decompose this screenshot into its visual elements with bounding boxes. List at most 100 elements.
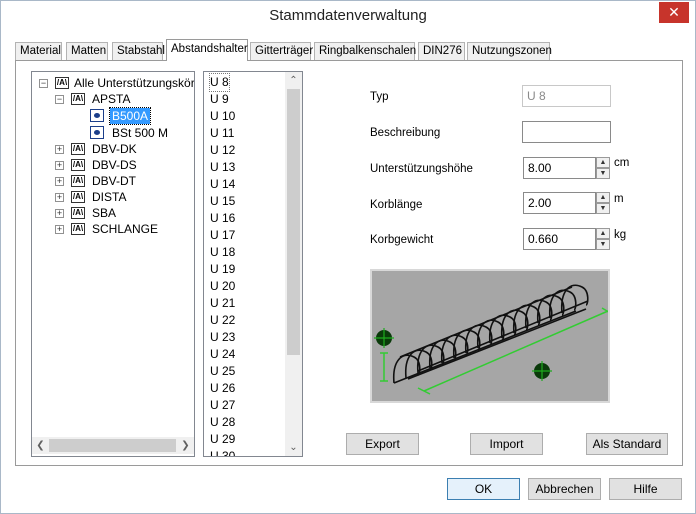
tree-label-root: Alle Unterstützungskörbe	[74, 76, 195, 90]
spin-up-icon[interactable]: ▲	[596, 228, 610, 239]
list-item[interactable]: U 15	[210, 193, 235, 210]
list-item[interactable]: U 20	[210, 278, 235, 295]
list-item[interactable]: U 9	[210, 91, 229, 108]
laenge-input[interactable]: 2.00	[523, 192, 596, 214]
list-item[interactable]: U 10	[210, 108, 235, 125]
beschreibung-label: Beschreibung	[370, 127, 441, 139]
expand-icon[interactable]: +	[55, 209, 64, 218]
import-button[interactable]: Import	[470, 433, 543, 455]
list-item[interactable]: U 14	[210, 176, 235, 193]
tree-item-root[interactable]: − /A\ Alle Unterstützungskörbe	[36, 75, 195, 91]
scroll-up-icon[interactable]: ⌃	[285, 72, 302, 89]
expand-icon[interactable]: +	[55, 193, 64, 202]
list-item[interactable]: U 28	[210, 414, 235, 431]
list-item[interactable]: U 11	[210, 125, 234, 142]
list-item[interactable]: U 8	[209, 73, 230, 92]
marker-icon-right	[532, 361, 552, 381]
list-item[interactable]: U 29	[210, 431, 235, 448]
basket-wires	[392, 284, 589, 384]
tree-label-b500a: B500A	[108, 107, 152, 125]
list-item[interactable]: U 22	[210, 312, 235, 329]
tree-label-dista: DISTA	[92, 190, 127, 204]
tab-abstandshalter[interactable]: Abstandshalter	[166, 39, 248, 61]
spin-down-icon[interactable]: ▼	[596, 239, 610, 250]
tree-horizontal-scrollbar[interactable]: ❮ ❯	[32, 437, 194, 454]
tree-label-bst500m: BSt 500 M	[112, 126, 169, 140]
list-item[interactable]: U 27	[210, 397, 235, 414]
gewicht-spinner[interactable]: ▲ ▼	[596, 228, 612, 250]
tab-material[interactable]: Material	[15, 42, 62, 60]
hoehe-label: Unterstützungshöhe	[370, 163, 473, 175]
tab-gittertraeger[interactable]: Gitterträger	[250, 42, 313, 60]
scroll-left-icon[interactable]: ❮	[32, 437, 49, 454]
laenge-unit: m	[614, 193, 624, 205]
scroll-down-icon[interactable]: ⌄	[285, 439, 302, 456]
laenge-spinner[interactable]: ▲ ▼	[596, 192, 612, 214]
list-item[interactable]: U 21	[210, 295, 235, 312]
tree-label-dbvdt: DBV-DT	[92, 174, 137, 188]
spin-up-icon[interactable]: ▲	[596, 192, 610, 203]
tree-label-schlange: SCHLANGE	[92, 222, 159, 236]
tree-label-sba: SBA	[92, 206, 117, 220]
window-title: Stammdatenverwaltung	[269, 7, 427, 24]
titlebar: Stammdatenverwaltung ✕	[1, 1, 695, 33]
steel-type-icon: /A\	[71, 223, 85, 235]
expand-icon[interactable]: +	[55, 161, 64, 170]
beschreibung-field[interactable]	[522, 121, 611, 143]
list-item[interactable]: U 30	[210, 448, 235, 456]
steel-type-icon: /A\	[55, 77, 69, 89]
hoehe-spinner[interactable]: ▲ ▼	[596, 157, 612, 179]
expand-icon[interactable]: +	[55, 177, 64, 186]
material-grade-icon	[90, 126, 104, 139]
category-tree[interactable]: − /A\ Alle Unterstützungskörbe − /A\ APS…	[31, 71, 195, 457]
als-standard-button[interactable]: Als Standard	[586, 433, 668, 455]
tab-stabstahl[interactable]: Stabstahl	[112, 42, 165, 60]
spin-down-icon[interactable]: ▼	[596, 203, 610, 214]
tab-ringbalkenschalen[interactable]: Ringbalkenschalen	[314, 42, 416, 60]
collapse-icon[interactable]: −	[39, 79, 48, 88]
list-item[interactable]: U 25	[210, 363, 235, 380]
spacer-type-list[interactable]: U 8U 9U 10 U 11 U 12 U 13 U 14 U 15 U 16 U 17 U …	[203, 71, 303, 457]
list-vertical-scrollbar[interactable]: ⌃ ⌄	[285, 72, 302, 456]
expand-icon[interactable]: +	[55, 225, 64, 234]
list-item[interactable]: U 17	[210, 227, 235, 244]
gewicht-label: Korbgewicht	[370, 234, 434, 246]
list-item[interactable]: U 24	[210, 346, 235, 363]
steel-type-icon: /A\	[71, 159, 85, 171]
tab-din276[interactable]: DIN276	[418, 42, 465, 60]
hoehe-input[interactable]: 8.00	[523, 157, 596, 179]
export-button[interactable]: Export	[346, 433, 419, 455]
list-item[interactable]: U 19	[210, 261, 235, 278]
spin-down-icon[interactable]: ▼	[596, 168, 610, 179]
collapse-icon[interactable]: −	[55, 95, 64, 104]
scrollbar-thumb[interactable]	[287, 89, 300, 355]
scrollbar-thumb[interactable]	[49, 439, 176, 452]
list-item[interactable]: U 16	[210, 210, 235, 227]
tree-label-apsta: APSTA	[92, 92, 131, 106]
hoehe-unit: cm	[614, 157, 630, 169]
material-grade-icon	[90, 109, 104, 122]
typ-label: Typ	[370, 91, 389, 103]
tab-nutzungszonen[interactable]: Nutzungszonen	[467, 42, 552, 60]
expand-icon[interactable]: +	[55, 145, 64, 154]
list-item[interactable]: U 18	[210, 244, 235, 261]
laenge-label: Korblänge	[370, 199, 423, 211]
steel-type-icon: /A\	[71, 207, 85, 219]
list-item[interactable]: U 13	[210, 159, 235, 176]
tab-matten[interactable]: Matten	[66, 42, 108, 60]
steel-type-icon: /A\	[71, 93, 85, 105]
scroll-right-icon[interactable]: ❯	[177, 437, 194, 454]
ok-button[interactable]: OK	[447, 478, 520, 500]
close-button[interactable]: ✕	[659, 2, 689, 23]
abbrechen-button[interactable]: Abbrechen	[528, 478, 601, 500]
gewicht-input[interactable]: 0.660	[523, 228, 596, 250]
dialog-window: Stammdatenverwaltung ✕ Material Matten S…	[0, 0, 696, 514]
length-dimension-line	[423, 310, 609, 392]
steel-type-icon: /A\	[71, 175, 85, 187]
hilfe-button[interactable]: Hilfe	[609, 478, 682, 500]
list-item[interactable]: U 12	[210, 142, 235, 159]
spin-up-icon[interactable]: ▲	[596, 157, 610, 168]
list-item[interactable]: U 26	[210, 380, 235, 397]
list-item[interactable]: U 23	[210, 329, 235, 346]
spacer-basket-drawing	[374, 284, 613, 395]
